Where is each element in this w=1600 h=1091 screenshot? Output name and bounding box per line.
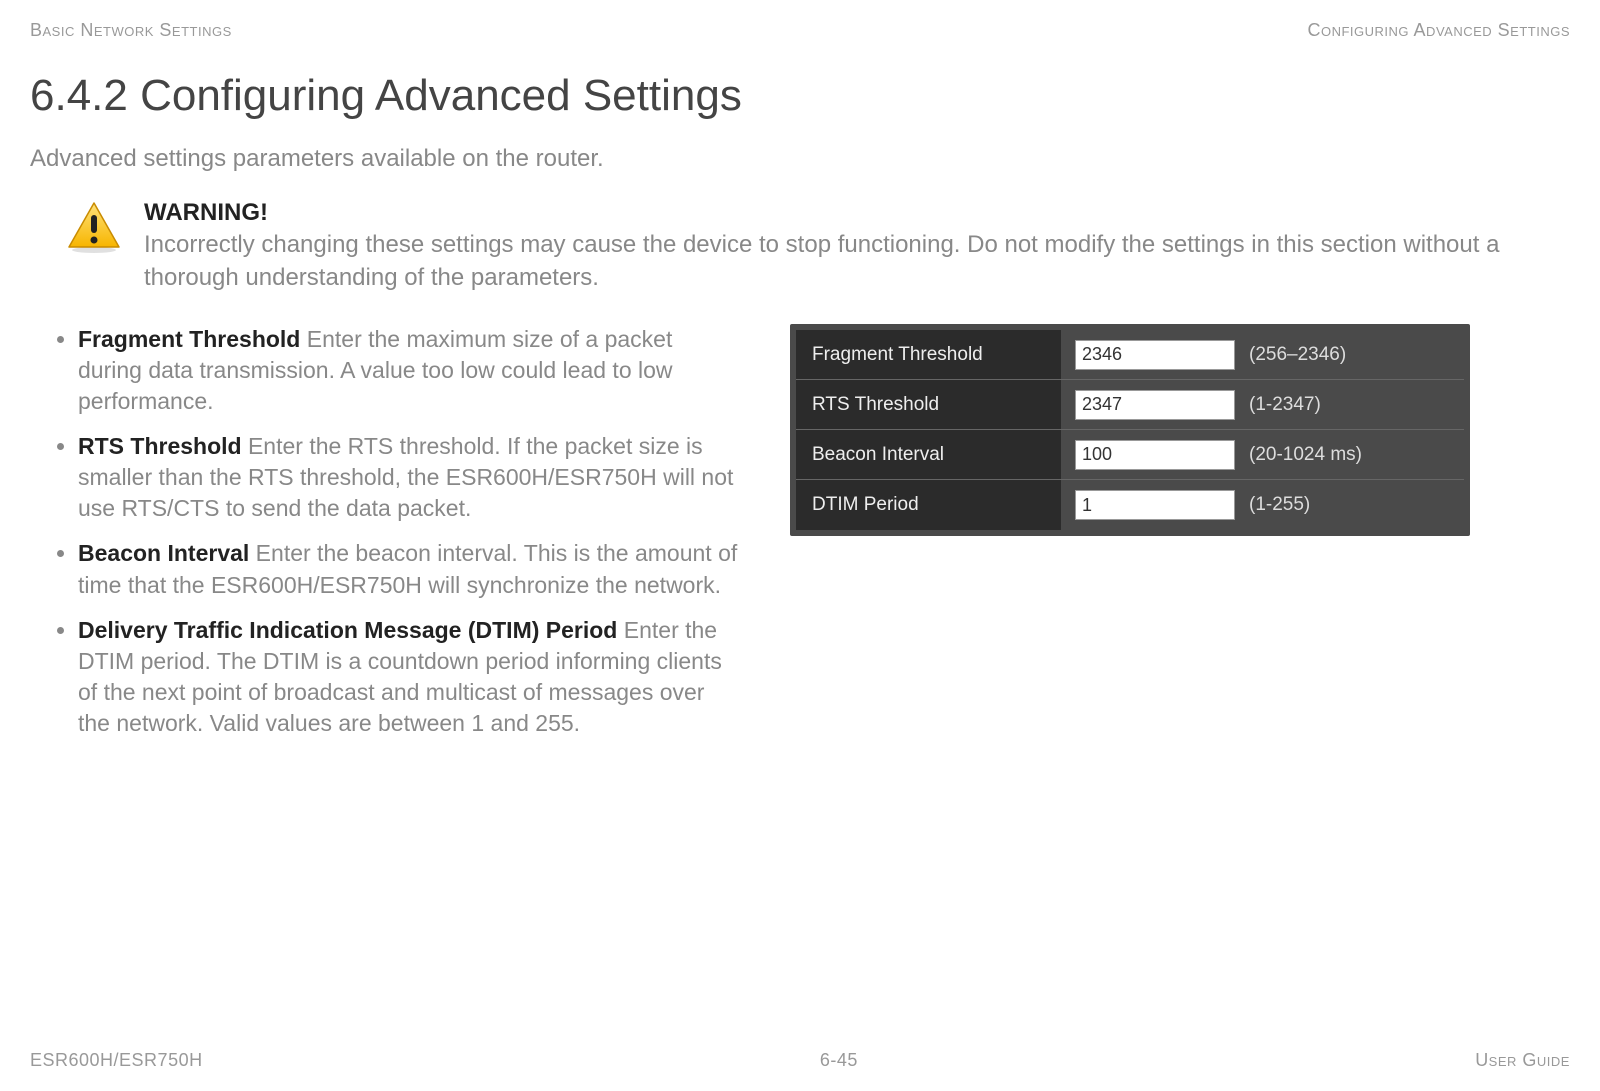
page-footer: ESR600H/ESR750H 6-45 User Guide xyxy=(30,1050,1570,1071)
warning-box: WARNING! Incorrectly changing these sett… xyxy=(30,197,1570,294)
warning-text: WARNING! Incorrectly changing these sett… xyxy=(144,197,1570,294)
settings-value-wrap: (256–2346) xyxy=(1061,330,1464,379)
settings-range: (1-2347) xyxy=(1249,394,1321,416)
settings-label: DTIM Period xyxy=(796,480,1061,530)
settings-range: (256–2346) xyxy=(1249,344,1346,366)
dtim-period-input[interactable] xyxy=(1075,490,1235,520)
warning-body: Incorrectly changing these settings may … xyxy=(144,231,1499,290)
rts-threshold-input[interactable] xyxy=(1075,390,1235,420)
fragment-threshold-input[interactable] xyxy=(1075,340,1235,370)
footer-right: User Guide xyxy=(1475,1050,1570,1071)
settings-row-rts: RTS Threshold (1-2347) xyxy=(796,380,1464,430)
settings-range: (1-255) xyxy=(1249,494,1310,516)
list-item: Fragment Threshold Enter the maximum siz… xyxy=(78,324,740,417)
page-header: Basic Network Settings Configuring Advan… xyxy=(30,20,1570,41)
settings-value-wrap: (1-2347) xyxy=(1061,380,1464,429)
settings-label: RTS Threshold xyxy=(796,380,1061,429)
page-title: 6.4.2 Configuring Advanced Settings xyxy=(30,71,1570,121)
settings-row-beacon: Beacon Interval (20-1024 ms) xyxy=(796,430,1464,480)
warning-icon xyxy=(66,201,122,258)
settings-value-wrap: (1-255) xyxy=(1061,480,1464,530)
list-item: Beacon Interval Enter the beacon interva… xyxy=(78,538,740,600)
settings-label: Beacon Interval xyxy=(796,430,1061,479)
beacon-interval-input[interactable] xyxy=(1075,440,1235,470)
settings-row-dtim: DTIM Period (1-255) xyxy=(796,480,1464,530)
term: RTS Threshold xyxy=(78,433,242,459)
settings-panel: Fragment Threshold (256–2346) RTS Thresh… xyxy=(790,324,1470,536)
term: Fragment Threshold xyxy=(78,326,300,352)
warning-title: WARNING! xyxy=(144,199,268,226)
settings-row-fragment: Fragment Threshold (256–2346) xyxy=(796,330,1464,380)
settings-value-wrap: (20-1024 ms) xyxy=(1061,430,1464,479)
settings-range: (20-1024 ms) xyxy=(1249,444,1362,466)
content-row: Fragment Threshold Enter the maximum siz… xyxy=(30,324,1570,753)
bullet-list: Fragment Threshold Enter the maximum siz… xyxy=(30,324,740,753)
term: Delivery Traffic Indication Message (DTI… xyxy=(78,617,617,643)
footer-center: 6-45 xyxy=(820,1050,858,1071)
footer-left: ESR600H/ESR750H xyxy=(30,1050,203,1071)
intro-text: Advanced settings parameters available o… xyxy=(30,145,1570,173)
header-right: Configuring Advanced Settings xyxy=(1307,20,1570,41)
term: Beacon Interval xyxy=(78,540,249,566)
list-item: RTS Threshold Enter the RTS threshold. I… xyxy=(78,431,740,524)
list-item: Delivery Traffic Indication Message (DTI… xyxy=(78,615,740,739)
header-left: Basic Network Settings xyxy=(30,20,232,41)
settings-label: Fragment Threshold xyxy=(796,330,1061,379)
